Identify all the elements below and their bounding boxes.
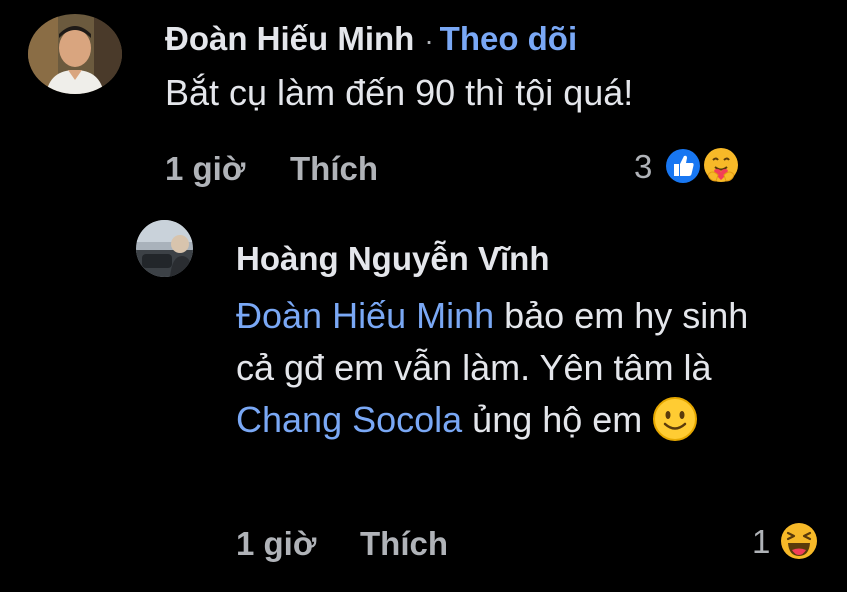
timestamp[interactable]: 1 giờ	[236, 525, 316, 563]
like-icon[interactable]	[663, 146, 703, 186]
like-button[interactable]: Thích	[360, 525, 448, 563]
mention-link[interactable]: Đoàn Hiếu Minh	[236, 295, 494, 336]
follow-button[interactable]: Theo dõi	[440, 20, 577, 57]
comment-text: Đoàn Hiếu Minh bảo em hy sinh cả gđ em v…	[236, 290, 766, 446]
comment-header: Đoàn Hiếu Minh · Theo dõi	[165, 20, 577, 60]
avatar[interactable]	[28, 14, 122, 94]
mention-link[interactable]: Chang Socola	[236, 399, 462, 440]
like-button[interactable]: Thích	[290, 150, 378, 188]
avatar-image	[28, 14, 122, 94]
avatar-image	[136, 220, 193, 277]
author-name[interactable]: Đoàn Hiếu Minh	[165, 20, 414, 57]
comment-doan-hieu-minh: Đoàn Hiếu Minh · Theo dõi Bắt cụ làm đến 9…	[0, 0, 847, 200]
separator-dot: ·	[424, 25, 434, 56]
comment-text: Bắt cụ làm đến 90 thì tội quá!	[165, 72, 634, 113]
avatar[interactable]	[136, 220, 193, 277]
care-icon[interactable]	[700, 145, 742, 187]
haha-icon[interactable]	[777, 519, 821, 563]
smiling-face-icon	[652, 396, 698, 442]
reaction-count[interactable]: 1	[752, 523, 770, 561]
author-name[interactable]: Hoàng Nguyễn Vĩnh	[236, 240, 550, 278]
comment-text-part: ủng hộ em	[462, 399, 653, 440]
reaction-count[interactable]: 3	[634, 148, 652, 186]
timestamp[interactable]: 1 giờ	[165, 150, 245, 188]
reply-hoang-nguyen-vinh: Hoàng Nguyễn Vĩnh Đoàn Hiếu Minh bảo em …	[0, 210, 847, 592]
